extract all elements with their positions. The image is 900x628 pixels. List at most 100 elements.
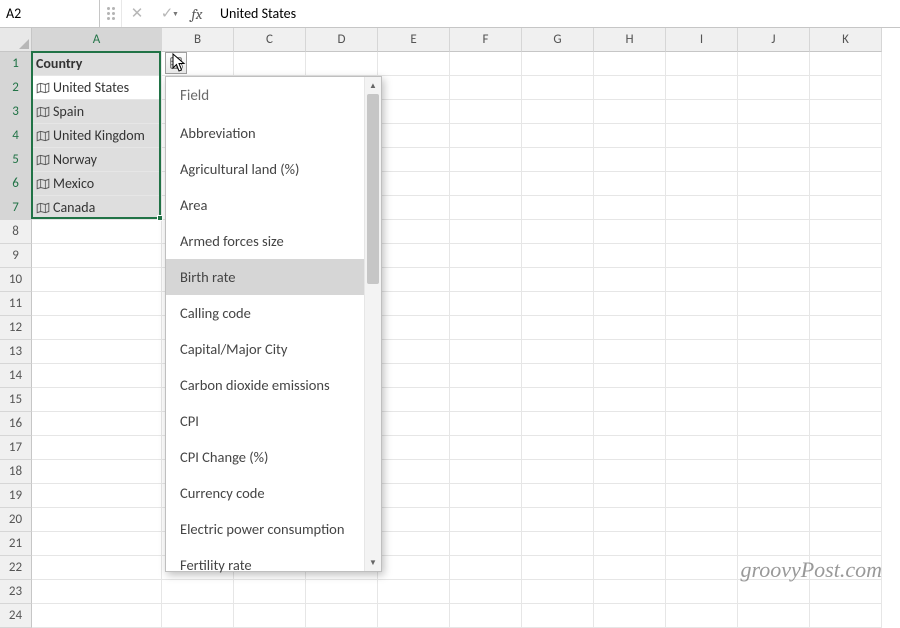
cell-I3[interactable] <box>666 100 738 124</box>
formula-input[interactable] <box>212 0 900 27</box>
row-header-22[interactable]: 22 <box>0 556 32 580</box>
cell-H1[interactable] <box>594 52 666 76</box>
cell-H24[interactable] <box>594 604 666 628</box>
row-header-12[interactable]: 12 <box>0 316 32 340</box>
field-option[interactable]: Fertility rate <box>166 547 364 583</box>
cell-G2[interactable] <box>522 76 594 100</box>
cell-I4[interactable] <box>666 124 738 148</box>
cell-F7[interactable] <box>450 196 522 220</box>
cell-A16[interactable] <box>32 412 162 436</box>
cell-A14[interactable] <box>32 364 162 388</box>
cell-A23[interactable] <box>32 580 162 604</box>
cell-F18[interactable] <box>450 460 522 484</box>
cell-E6[interactable] <box>378 172 450 196</box>
cell-E10[interactable] <box>378 268 450 292</box>
cell-I21[interactable] <box>666 532 738 556</box>
cell-G13[interactable] <box>522 340 594 364</box>
cell-A9[interactable] <box>32 244 162 268</box>
cell-J15[interactable] <box>738 388 810 412</box>
column-header-C[interactable]: C <box>234 28 306 52</box>
field-option[interactable]: Agricultural land (%) <box>166 151 364 187</box>
row-header-9[interactable]: 9 <box>0 244 32 268</box>
cell-I12[interactable] <box>666 316 738 340</box>
cell-G17[interactable] <box>522 436 594 460</box>
row-header-7[interactable]: 7 <box>0 196 32 220</box>
cell-G18[interactable] <box>522 460 594 484</box>
cell-J4[interactable] <box>738 124 810 148</box>
column-header-J[interactable]: J <box>738 28 810 52</box>
name-box[interactable]: ▼ <box>0 0 100 27</box>
cell-K21[interactable] <box>810 532 882 556</box>
cell-A6[interactable]: Mexico <box>32 172 162 196</box>
cell-G24[interactable] <box>522 604 594 628</box>
cell-F12[interactable] <box>450 316 522 340</box>
field-option[interactable]: Area <box>166 187 364 223</box>
cell-J9[interactable] <box>738 244 810 268</box>
cell-K22[interactable] <box>810 556 882 580</box>
cell-C24[interactable] <box>234 604 306 628</box>
field-option[interactable]: Capital/Major City <box>166 331 364 367</box>
column-header-A[interactable]: A <box>32 28 162 52</box>
cell-J21[interactable] <box>738 532 810 556</box>
cancel-button[interactable]: ✕ <box>122 0 152 27</box>
cell-E12[interactable] <box>378 316 450 340</box>
enter-button[interactable]: ✓ <box>152 0 182 27</box>
cell-E15[interactable] <box>378 388 450 412</box>
cell-A19[interactable] <box>32 484 162 508</box>
cell-K19[interactable] <box>810 484 882 508</box>
cell-F11[interactable] <box>450 292 522 316</box>
cell-K5[interactable] <box>810 148 882 172</box>
row-header-16[interactable]: 16 <box>0 412 32 436</box>
row-header-1[interactable]: 1 <box>0 52 32 76</box>
cell-I20[interactable] <box>666 508 738 532</box>
cell-I6[interactable] <box>666 172 738 196</box>
cell-K24[interactable] <box>810 604 882 628</box>
insert-function-button[interactable]: fx <box>182 0 212 27</box>
cell-F20[interactable] <box>450 508 522 532</box>
cell-K9[interactable] <box>810 244 882 268</box>
cell-H2[interactable] <box>594 76 666 100</box>
cell-E4[interactable] <box>378 124 450 148</box>
cell-E24[interactable] <box>378 604 450 628</box>
cell-A1[interactable]: Country <box>32 52 162 76</box>
cell-K15[interactable] <box>810 388 882 412</box>
cell-J6[interactable] <box>738 172 810 196</box>
cell-I5[interactable] <box>666 148 738 172</box>
cell-E17[interactable] <box>378 436 450 460</box>
cell-J16[interactable] <box>738 412 810 436</box>
cell-G11[interactable] <box>522 292 594 316</box>
cell-H12[interactable] <box>594 316 666 340</box>
cell-F21[interactable] <box>450 532 522 556</box>
column-header-F[interactable]: F <box>450 28 522 52</box>
cell-I2[interactable] <box>666 76 738 100</box>
cell-I14[interactable] <box>666 364 738 388</box>
cell-J19[interactable] <box>738 484 810 508</box>
column-header-I[interactable]: I <box>666 28 738 52</box>
cell-K1[interactable] <box>810 52 882 76</box>
cell-H14[interactable] <box>594 364 666 388</box>
column-header-E[interactable]: E <box>378 28 450 52</box>
cell-B23[interactable] <box>162 580 234 604</box>
cell-K4[interactable] <box>810 124 882 148</box>
cell-G15[interactable] <box>522 388 594 412</box>
selection-fill-handle[interactable] <box>157 215 163 221</box>
cell-G4[interactable] <box>522 124 594 148</box>
column-header-B[interactable]: B <box>162 28 234 52</box>
cell-H10[interactable] <box>594 268 666 292</box>
row-header-13[interactable]: 13 <box>0 340 32 364</box>
cell-G6[interactable] <box>522 172 594 196</box>
cell-A20[interactable] <box>32 508 162 532</box>
cell-E13[interactable] <box>378 340 450 364</box>
cell-D1[interactable] <box>306 52 378 76</box>
cell-F9[interactable] <box>450 244 522 268</box>
cell-K13[interactable] <box>810 340 882 364</box>
cell-I11[interactable] <box>666 292 738 316</box>
scroll-track[interactable] <box>365 94 381 554</box>
cell-E1[interactable] <box>378 52 450 76</box>
cell-E19[interactable] <box>378 484 450 508</box>
field-option[interactable]: Currency code <box>166 475 364 511</box>
cell-H19[interactable] <box>594 484 666 508</box>
cell-H16[interactable] <box>594 412 666 436</box>
cell-H13[interactable] <box>594 340 666 364</box>
cell-K16[interactable] <box>810 412 882 436</box>
